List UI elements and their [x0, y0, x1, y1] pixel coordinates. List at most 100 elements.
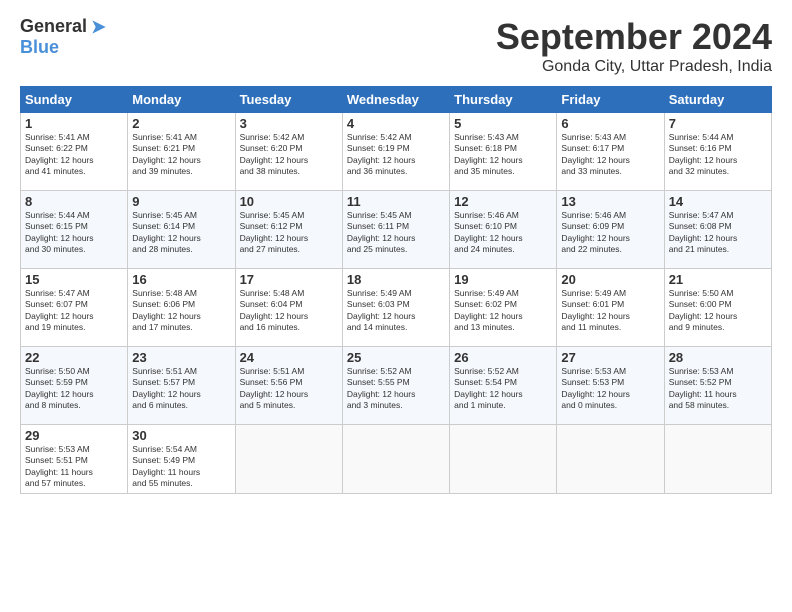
cell-content: Sunrise: 5:46 AM	[561, 210, 659, 221]
cell-content: Sunset: 6:22 PM	[25, 143, 123, 154]
cell-content: and 19 minutes.	[25, 322, 123, 333]
cell-content: Sunrise: 5:51 AM	[132, 366, 230, 377]
cell-content: Daylight: 12 hours	[669, 311, 767, 322]
cell-content: Sunset: 5:49 PM	[132, 455, 230, 466]
cell-content: Daylight: 12 hours	[240, 311, 338, 322]
cell-content: Sunrise: 5:49 AM	[347, 288, 445, 299]
cell-content: Daylight: 12 hours	[347, 389, 445, 400]
cell-content: Sunset: 6:04 PM	[240, 299, 338, 310]
cell-content: Sunset: 5:57 PM	[132, 377, 230, 388]
header-friday: Friday	[557, 87, 664, 113]
cell-content: Daylight: 12 hours	[347, 311, 445, 322]
cell-content: and 21 minutes.	[669, 244, 767, 255]
cell-content: Sunrise: 5:47 AM	[669, 210, 767, 221]
cell-content: Sunrise: 5:43 AM	[454, 132, 552, 143]
table-row: 18Sunrise: 5:49 AMSunset: 6:03 PMDayligh…	[342, 269, 449, 347]
calendar-title: September 2024	[496, 16, 772, 58]
day-number: 7	[669, 116, 767, 131]
day-number: 28	[669, 350, 767, 365]
cell-content: Daylight: 12 hours	[240, 233, 338, 244]
day-number: 2	[132, 116, 230, 131]
calendar-week-row: 1Sunrise: 5:41 AMSunset: 6:22 PMDaylight…	[21, 113, 772, 191]
cell-content: and 14 minutes.	[347, 322, 445, 333]
cell-content: Sunset: 6:06 PM	[132, 299, 230, 310]
table-row: 20Sunrise: 5:49 AMSunset: 6:01 PMDayligh…	[557, 269, 664, 347]
cell-content: and 33 minutes.	[561, 166, 659, 177]
cell-content: and 9 minutes.	[669, 322, 767, 333]
cell-content: and 11 minutes.	[561, 322, 659, 333]
cell-content: Sunset: 6:02 PM	[454, 299, 552, 310]
table-row: 5Sunrise: 5:43 AMSunset: 6:18 PMDaylight…	[450, 113, 557, 191]
cell-content: and 27 minutes.	[240, 244, 338, 255]
cell-content: and 22 minutes.	[561, 244, 659, 255]
cell-content: Sunset: 6:20 PM	[240, 143, 338, 154]
cell-content: Sunset: 6:19 PM	[347, 143, 445, 154]
day-number: 18	[347, 272, 445, 287]
cell-content: Sunset: 6:15 PM	[25, 221, 123, 232]
cell-content: Sunset: 6:16 PM	[669, 143, 767, 154]
cell-content: Sunrise: 5:52 AM	[347, 366, 445, 377]
cell-content: and 55 minutes.	[132, 478, 230, 489]
day-number: 25	[347, 350, 445, 365]
day-number: 6	[561, 116, 659, 131]
cell-content: Daylight: 12 hours	[561, 233, 659, 244]
logo-arrow-icon	[89, 17, 109, 37]
day-number: 22	[25, 350, 123, 365]
table-row: 25Sunrise: 5:52 AMSunset: 5:55 PMDayligh…	[342, 347, 449, 425]
calendar-table: Sunday Monday Tuesday Wednesday Thursday…	[20, 86, 772, 494]
cell-content: Sunset: 6:17 PM	[561, 143, 659, 154]
cell-content: Sunset: 6:18 PM	[454, 143, 552, 154]
cell-content: Sunrise: 5:44 AM	[25, 210, 123, 221]
calendar-week-row: 15Sunrise: 5:47 AMSunset: 6:07 PMDayligh…	[21, 269, 772, 347]
cell-content: Daylight: 12 hours	[240, 389, 338, 400]
cell-content: Daylight: 12 hours	[25, 389, 123, 400]
cell-content: Sunrise: 5:41 AM	[25, 132, 123, 143]
cell-content: Sunrise: 5:47 AM	[25, 288, 123, 299]
calendar-week-row: 29Sunrise: 5:53 AMSunset: 5:51 PMDayligh…	[21, 425, 772, 494]
logo-general-text: General	[20, 16, 87, 37]
table-row: 21Sunrise: 5:50 AMSunset: 6:00 PMDayligh…	[664, 269, 771, 347]
cell-content: Sunset: 5:54 PM	[454, 377, 552, 388]
cell-content: Sunrise: 5:44 AM	[669, 132, 767, 143]
cell-content: and 28 minutes.	[132, 244, 230, 255]
table-row: 1Sunrise: 5:41 AMSunset: 6:22 PMDaylight…	[21, 113, 128, 191]
cell-content: Sunrise: 5:50 AM	[669, 288, 767, 299]
day-number: 24	[240, 350, 338, 365]
cell-content: Sunrise: 5:45 AM	[347, 210, 445, 221]
cell-content: Sunrise: 5:54 AM	[132, 444, 230, 455]
table-row: 7Sunrise: 5:44 AMSunset: 6:16 PMDaylight…	[664, 113, 771, 191]
cell-content: and 24 minutes.	[454, 244, 552, 255]
table-row	[557, 425, 664, 494]
table-row: 28Sunrise: 5:53 AMSunset: 5:52 PMDayligh…	[664, 347, 771, 425]
cell-content: Daylight: 12 hours	[454, 389, 552, 400]
day-number: 4	[347, 116, 445, 131]
day-number: 30	[132, 428, 230, 443]
cell-content: and 16 minutes.	[240, 322, 338, 333]
day-number: 23	[132, 350, 230, 365]
cell-content: Sunset: 5:51 PM	[25, 455, 123, 466]
day-number: 17	[240, 272, 338, 287]
cell-content: Daylight: 12 hours	[561, 389, 659, 400]
cell-content: Sunrise: 5:43 AM	[561, 132, 659, 143]
cell-content: Sunset: 6:09 PM	[561, 221, 659, 232]
cell-content: Sunrise: 5:42 AM	[347, 132, 445, 143]
table-row	[235, 425, 342, 494]
day-number: 9	[132, 194, 230, 209]
cell-content: Sunset: 6:07 PM	[25, 299, 123, 310]
cell-content: Daylight: 12 hours	[347, 233, 445, 244]
cell-content: and 0 minutes.	[561, 400, 659, 411]
table-row: 13Sunrise: 5:46 AMSunset: 6:09 PMDayligh…	[557, 191, 664, 269]
cell-content: Sunset: 6:21 PM	[132, 143, 230, 154]
title-section: September 2024 Gonda City, Uttar Pradesh…	[496, 16, 772, 76]
cell-content: Sunrise: 5:53 AM	[25, 444, 123, 455]
cell-content: Sunset: 6:08 PM	[669, 221, 767, 232]
table-row: 30Sunrise: 5:54 AMSunset: 5:49 PMDayligh…	[128, 425, 235, 494]
day-number: 27	[561, 350, 659, 365]
day-number: 26	[454, 350, 552, 365]
cell-content: Daylight: 12 hours	[132, 389, 230, 400]
header-monday: Monday	[128, 87, 235, 113]
cell-content: Sunrise: 5:48 AM	[132, 288, 230, 299]
cell-content: Sunset: 6:10 PM	[454, 221, 552, 232]
cell-content: and 35 minutes.	[454, 166, 552, 177]
cell-content: and 17 minutes.	[132, 322, 230, 333]
